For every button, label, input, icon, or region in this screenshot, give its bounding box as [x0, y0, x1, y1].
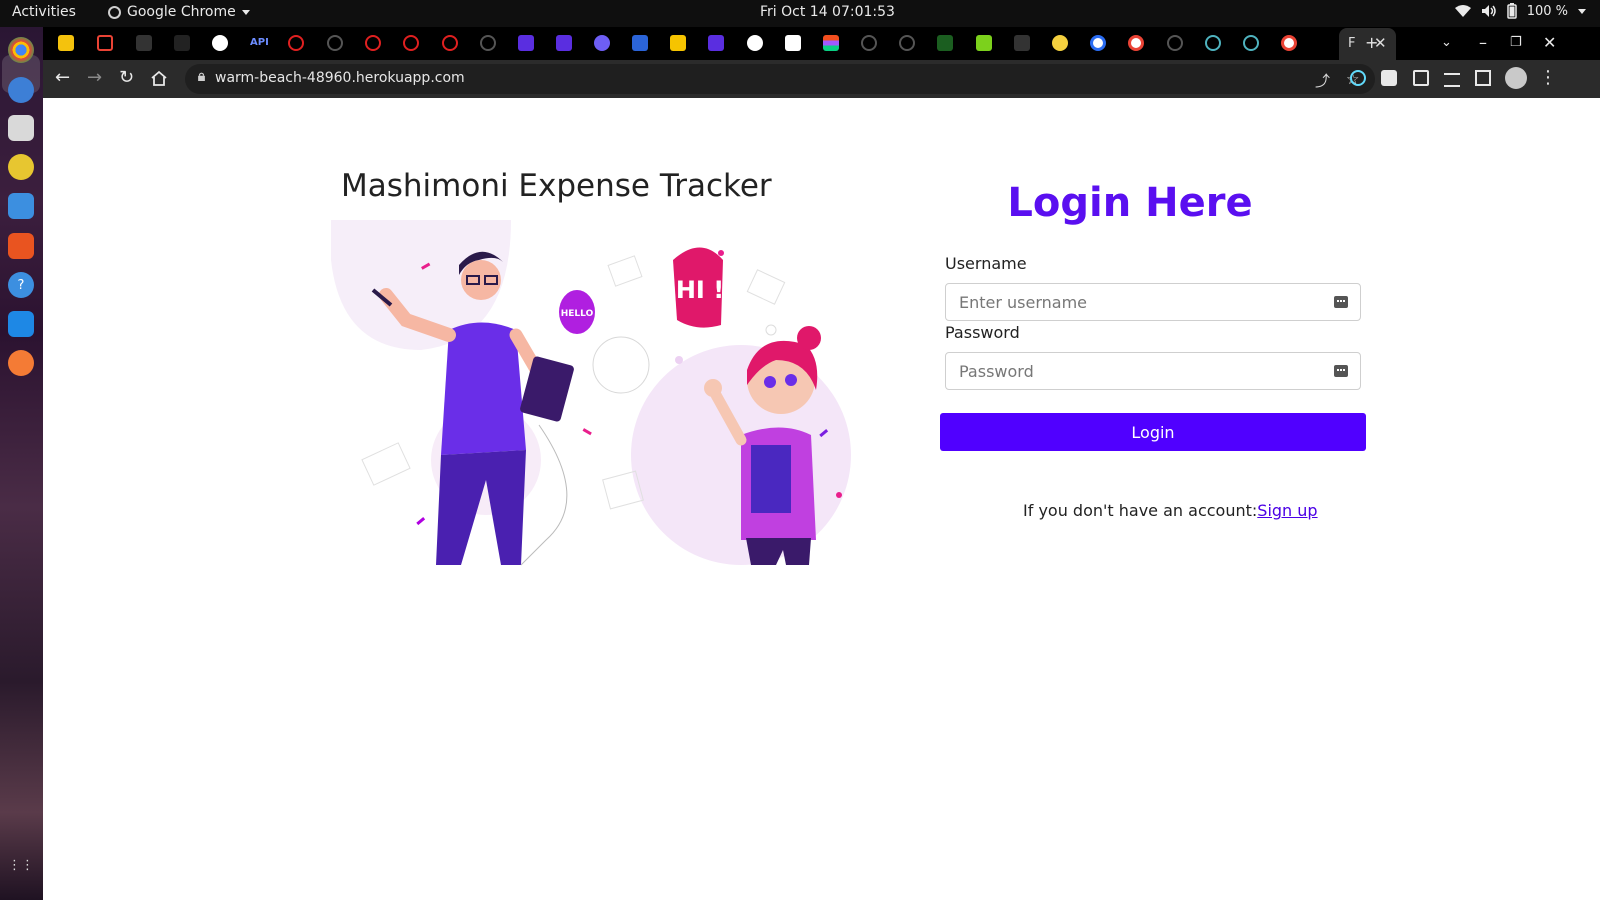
- react-tab-icon[interactable]: [1243, 35, 1259, 51]
- dock: ? ⋮⋮: [0, 27, 43, 900]
- password-manager-key-icon[interactable]: [1334, 365, 1348, 377]
- codepen-tab-icon[interactable]: [785, 35, 801, 51]
- lock-icon[interactable]: [197, 72, 206, 81]
- google-tab-icon[interactable]: [1281, 35, 1297, 51]
- github-tab-icon[interactable]: [327, 35, 343, 51]
- forward-button[interactable]: →: [87, 69, 102, 87]
- hello-bubble-text: HELLO: [561, 309, 594, 319]
- password-placeholder: Password: [959, 362, 1034, 381]
- username-input[interactable]: Enter username: [945, 283, 1361, 321]
- github-tab-icon[interactable]: [899, 35, 915, 51]
- app-menu-label: Google Chrome: [127, 4, 236, 20]
- download-tab-icon[interactable]: [976, 35, 992, 51]
- gmail-tab-icon[interactable]: [97, 35, 113, 51]
- writer-dock-icon[interactable]: [8, 193, 34, 219]
- chrome-menu-icon[interactable]: ⋮: [1539, 69, 1557, 87]
- chevron-down-icon: [241, 9, 250, 15]
- app-title: Mashimoni Expense Tracker: [341, 168, 772, 204]
- kube-tab-icon[interactable]: [632, 35, 648, 51]
- side-panel-icon[interactable]: [1475, 70, 1491, 86]
- red-ring-tab-icon[interactable]: [403, 35, 419, 51]
- activities-button[interactable]: Activities: [12, 4, 76, 20]
- udemy-tab-icon[interactable]: [518, 35, 534, 51]
- thunderbird-dock-icon[interactable]: [8, 77, 34, 103]
- username-label: Username: [945, 254, 1027, 273]
- login-button[interactable]: Login: [940, 413, 1366, 451]
- signup-prompt-text: If you don't have an account:: [1023, 501, 1258, 520]
- b-tab-icon[interactable]: [937, 35, 953, 51]
- github-tab-icon[interactable]: [1167, 35, 1183, 51]
- chrome-app-icon: [108, 5, 121, 19]
- signup-prompt: If you don't have an account:Sign up: [1023, 501, 1318, 520]
- password-label: Password: [945, 323, 1020, 342]
- minimize-window-button[interactable]: –: [1479, 33, 1487, 52]
- red-ring-tab-icon[interactable]: [288, 35, 304, 51]
- github-tab-icon[interactable]: [480, 35, 496, 51]
- trello-tab-icon[interactable]: [136, 35, 152, 51]
- udemy-tab-icon[interactable]: [556, 35, 572, 51]
- reload-button[interactable]: ↻: [119, 69, 134, 87]
- reading-list-icon[interactable]: [1444, 73, 1460, 87]
- home-button[interactable]: [150, 70, 168, 87]
- dark-tab-icon[interactable]: [174, 35, 190, 51]
- globe-tab-icon[interactable]: [212, 35, 228, 51]
- close-window-button[interactable]: ✕: [1543, 33, 1556, 52]
- rhythmbox-dock-icon[interactable]: [8, 154, 34, 180]
- react-tab-icon[interactable]: [594, 35, 610, 51]
- active-tab-title: F: [1348, 36, 1356, 51]
- trello-tab-icon[interactable]: [1014, 35, 1030, 51]
- tab-strip: API F ✕ + ⌄ – ❐ ✕: [43, 27, 1600, 60]
- restore-window-button[interactable]: ❐: [1510, 35, 1522, 50]
- wifi-icon: [1454, 5, 1471, 17]
- google-tab-icon[interactable]: [1128, 35, 1144, 51]
- e-tab-icon[interactable]: [1052, 35, 1068, 51]
- address-bar[interactable]: warm-beach-48960.herokuapp.com ⤴ ☆: [185, 64, 1375, 94]
- battery-percent: 100 %: [1526, 3, 1568, 19]
- extensions-puzzle-icon[interactable]: [1381, 70, 1397, 86]
- greeting-illustration: HELLO HI !: [331, 220, 851, 566]
- profile-avatar[interactable]: [1505, 67, 1527, 89]
- react-tab-icon[interactable]: [1205, 35, 1221, 51]
- clock[interactable]: Fri Oct 14 07:01:53: [760, 4, 895, 20]
- red-ring-tab-icon[interactable]: [442, 35, 458, 51]
- api-tab-icon[interactable]: API: [250, 37, 272, 53]
- files-dock-icon[interactable]: [8, 115, 34, 141]
- c-tab-icon[interactable]: [1090, 35, 1106, 51]
- new-tab-button[interactable]: +: [1365, 33, 1378, 52]
- battery-icon: [1506, 3, 1517, 19]
- box-tab-icon[interactable]: [670, 35, 686, 51]
- postman-dock-icon[interactable]: [8, 350, 34, 376]
- chevron-down-icon: [1578, 8, 1586, 14]
- keep-tab-icon[interactable]: [58, 35, 74, 51]
- globe-tab-icon[interactable]: [747, 35, 763, 51]
- login-heading: Login Here: [1007, 180, 1253, 226]
- vscode-dock-icon[interactable]: [8, 311, 34, 337]
- red-ring-tab-icon[interactable]: [365, 35, 381, 51]
- password-input[interactable]: Password: [945, 352, 1361, 390]
- github-tab-icon[interactable]: [861, 35, 877, 51]
- tab-search-chevron-icon[interactable]: ⌄: [1441, 35, 1452, 50]
- figma-tab-icon[interactable]: [823, 35, 839, 51]
- hi-bubble-text: HI !: [676, 276, 724, 304]
- username-placeholder: Enter username: [959, 293, 1088, 312]
- react-devtools-icon[interactable]: [1350, 70, 1366, 86]
- password-manager-key-icon[interactable]: [1334, 296, 1348, 308]
- system-top-bar: Activities Google Chrome Fri Oct 14 07:0…: [0, 0, 1600, 27]
- udemy-tab-icon[interactable]: [708, 35, 724, 51]
- signup-link[interactable]: Sign up: [1257, 501, 1317, 520]
- browser-toolbar: ← → ↻ warm-beach-48960.herokuapp.com ⤴ ☆…: [43, 60, 1600, 98]
- show-apps-icon[interactable]: ⋮⋮: [8, 852, 34, 878]
- volume-icon: [1481, 5, 1496, 17]
- system-status-area[interactable]: 100 %: [1454, 3, 1586, 19]
- page-content: Mashimoni Expense Tracker HELLO HI ! Log…: [43, 98, 1600, 900]
- share-icon[interactable]: ⤴: [1315, 70, 1330, 91]
- cast-icon[interactable]: [1413, 70, 1429, 86]
- back-button[interactable]: ←: [55, 69, 70, 87]
- help-dock-icon[interactable]: ?: [8, 272, 34, 298]
- software-dock-icon[interactable]: [8, 233, 34, 259]
- url-text[interactable]: warm-beach-48960.herokuapp.com: [215, 70, 465, 86]
- app-menu[interactable]: Google Chrome: [108, 4, 250, 20]
- chrome-dock-icon[interactable]: [8, 37, 34, 63]
